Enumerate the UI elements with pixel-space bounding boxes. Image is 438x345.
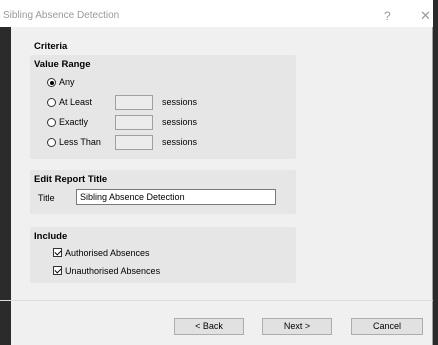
less-than-input[interactable] — [115, 135, 153, 150]
value-range-heading: Value Range — [34, 59, 91, 70]
less-than-unit: sessions — [162, 137, 198, 147]
exactly-input[interactable] — [115, 115, 153, 130]
checkbox-label: Authorised Absences — [65, 248, 150, 258]
radio-label: At Least — [59, 97, 93, 107]
radio-button[interactable] — [47, 78, 56, 87]
include-heading: Include — [34, 231, 68, 242]
checkbox[interactable] — [53, 248, 62, 257]
at-least-input[interactable] — [115, 95, 153, 110]
title-label: Title — [38, 193, 55, 203]
exactly-unit: sessions — [162, 117, 198, 127]
checkbox-label: Unauthorised Absences — [65, 266, 161, 276]
window-edge — [0, 27, 11, 345]
at-least-unit: sessions — [162, 97, 198, 107]
title-bar: Sibling Absence Detection ? ✕ — [0, 0, 433, 27]
radio-button[interactable] — [47, 118, 56, 127]
close-icon[interactable]: ✕ — [420, 8, 431, 24]
footer-divider — [0, 300, 433, 301]
radio-label: Exactly — [59, 117, 89, 127]
checkbox[interactable] — [53, 266, 62, 275]
radio-label: Less Than — [59, 137, 101, 147]
window-title: Sibling Absence Detection — [3, 10, 120, 21]
radio-button[interactable] — [47, 98, 56, 107]
radio-label: Any — [59, 77, 75, 87]
dialog-window: Sibling Absence Detection ? ✕ Criteria V… — [0, 0, 433, 345]
title-input[interactable] — [76, 189, 276, 205]
back-button[interactable]: < Back — [174, 318, 244, 335]
next-button[interactable]: Next > — [262, 318, 332, 335]
criteria-heading: Criteria — [34, 41, 68, 52]
report-title-heading: Edit Report Title — [34, 174, 108, 185]
cancel-button[interactable]: Cancel — [351, 318, 423, 335]
help-button[interactable]: ? — [384, 9, 391, 23]
radio-button[interactable] — [47, 138, 56, 147]
